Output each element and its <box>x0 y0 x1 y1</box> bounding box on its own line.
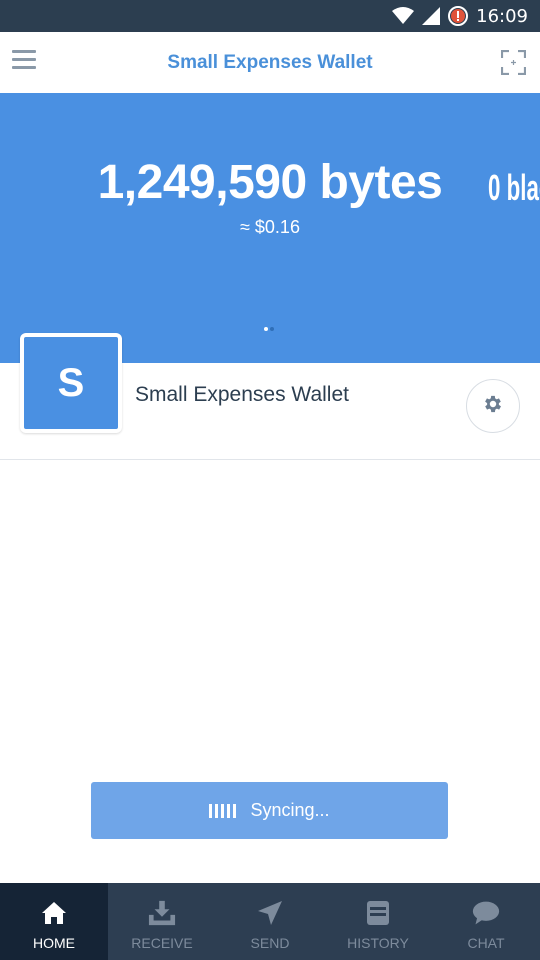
tab-chat-label: CHAT <box>467 935 505 951</box>
wifi-icon <box>392 7 415 25</box>
wallet-card: S Small Expenses Wallet <box>0 333 540 460</box>
tab-history-label: HISTORY <box>347 935 409 951</box>
syncing-label: Syncing... <box>250 800 330 820</box>
syncing-icon <box>209 803 237 818</box>
status-bar: 16:09 <box>0 0 540 32</box>
tab-history[interactable]: HISTORY <box>324 883 432 960</box>
tab-home-label: HOME <box>33 935 75 951</box>
pager-dot-active <box>264 327 268 331</box>
tab-receive[interactable]: RECEIVE <box>108 883 216 960</box>
home-icon <box>40 899 68 927</box>
signal-icon <box>422 7 441 25</box>
clock: 16:09 <box>476 5 528 27</box>
app-header: Small Expenses Wallet <box>0 32 540 93</box>
tab-home[interactable]: HOME <box>0 883 108 960</box>
gear-icon <box>482 393 504 420</box>
balance-fiat-value: ≈ $0.16 <box>240 217 300 237</box>
wallet-avatar-letter: S <box>24 337 118 429</box>
tab-receive-label: RECEIVE <box>131 935 193 951</box>
tab-send[interactable]: SEND <box>216 883 324 960</box>
tab-send-label: SEND <box>250 935 290 951</box>
menu-icon[interactable] <box>12 50 36 74</box>
balance-panel[interactable]: 1,249,590 bytes ≈ $0.16 0 black <box>0 93 540 363</box>
wallet-name: Small Expenses Wallet <box>135 383 349 406</box>
page-title: Small Expenses Wallet <box>167 51 373 73</box>
syncing-button[interactable]: Syncing... <box>91 782 448 839</box>
qr-scan-icon[interactable] <box>500 49 527 76</box>
wallet-settings-button[interactable] <box>466 379 520 433</box>
bottom-nav: HOME RECEIVE SEND HISTORY CHAT <box>0 883 540 960</box>
receive-icon <box>148 899 176 927</box>
tab-chat[interactable]: CHAT <box>432 883 540 960</box>
alert-icon <box>448 6 469 26</box>
wallet-avatar: S <box>20 333 122 433</box>
next-balance-preview: 0 black <box>488 167 540 208</box>
chat-icon <box>472 899 500 927</box>
pager-dot <box>270 327 274 331</box>
send-icon <box>256 899 284 927</box>
balance-amount: 1,249,590 bytes <box>97 156 443 209</box>
history-icon <box>364 899 392 927</box>
balance-pager <box>264 327 274 331</box>
